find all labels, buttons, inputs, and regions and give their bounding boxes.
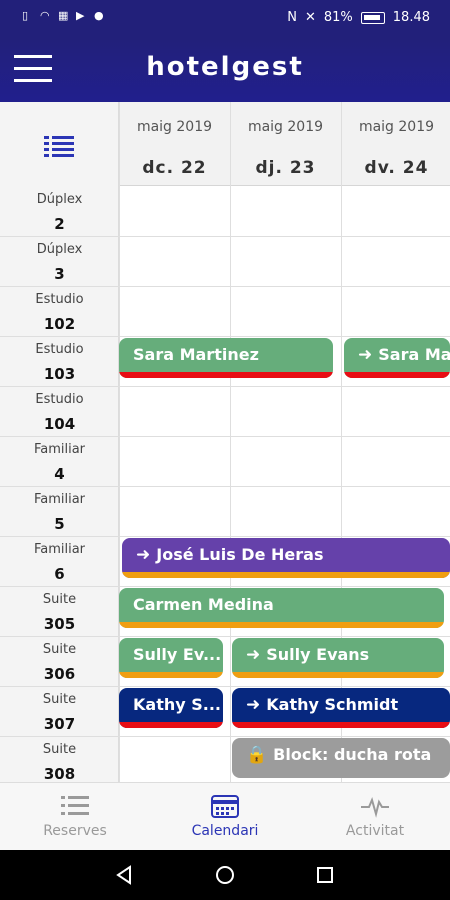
booking-guest-name: Kathy Schmidt	[266, 695, 399, 714]
system-indicators: N ✕ 81% 18.48	[287, 10, 430, 25]
list-view-icon[interactable]	[44, 136, 74, 157]
booking-card[interactable]: ➜ Sully Evans	[232, 638, 444, 678]
check-out-icon: ➜	[246, 645, 261, 665]
back-icon[interactable]	[114, 865, 134, 885]
day-month: maig 2019	[247, 119, 324, 135]
day-month: maig 2019	[358, 119, 435, 135]
nfc-icon: N	[287, 10, 297, 25]
day-header-1[interactable]: maig 2019 dc. 22	[119, 102, 230, 186]
booking-guest-name: José Luis De Heras	[156, 545, 324, 564]
bottom-navigation: Reserves Calendari Activitat	[0, 782, 450, 850]
battery-icon	[360, 11, 385, 24]
room-row-label[interactable]: Dúplex 2	[0, 186, 119, 236]
room-type: Dúplex	[36, 192, 83, 207]
room-row-label[interactable]: Suite 305	[0, 586, 119, 636]
room-row-label[interactable]: Familiar 4	[0, 436, 119, 486]
nav-label: Calendari	[191, 823, 259, 839]
wifi-icon: ◠	[40, 9, 50, 22]
booking-card[interactable]: ➜ Sara Martinez	[344, 338, 450, 378]
booking-card[interactable]: Kathy S...	[119, 688, 223, 728]
booking-guest-name: Kathy S...	[133, 695, 221, 714]
room-type: Suite	[42, 592, 77, 607]
room-row-label[interactable]: Suite 307	[0, 686, 119, 736]
room-row-label[interactable]: Familiar 6	[0, 536, 119, 586]
day-header-2[interactable]: maig 2019 dj. 23	[230, 102, 341, 186]
app-bar: hotelgest	[0, 38, 450, 102]
room-row-label[interactable]: Estudio 103	[0, 336, 119, 386]
room-number: 104	[43, 415, 76, 433]
room-number: 305	[43, 615, 76, 633]
room-number: 307	[43, 715, 76, 733]
check-in-icon: ➜	[136, 545, 151, 565]
room-type: Familiar	[33, 442, 86, 457]
check-out-icon: ➜	[246, 695, 261, 715]
room-type: Familiar	[33, 492, 86, 507]
room-type: Suite	[42, 692, 77, 707]
room-type: Estudio	[35, 292, 84, 307]
booking-card[interactable]: ➜ José Luis De Heras	[122, 538, 450, 578]
room-type: Dúplex	[36, 242, 83, 257]
block-reason: Block: ducha rota	[273, 745, 432, 764]
room-number: 4	[54, 465, 65, 483]
room-number: 5	[54, 515, 65, 533]
room-number: 103	[43, 365, 76, 383]
room-row-label[interactable]: Familiar 5	[0, 486, 119, 536]
calendar-icon	[211, 795, 239, 818]
check-out-icon: ➜	[358, 345, 373, 365]
booking-card[interactable]: Sara Martinez	[119, 338, 333, 378]
nav-label: Reserves	[43, 823, 107, 839]
battery-level: 81%	[323, 10, 353, 25]
booking-card[interactable]: Carmen Medina	[119, 588, 444, 628]
room-type: Estudio	[35, 392, 84, 407]
booking-guest-name: Sully Ev...	[133, 645, 222, 664]
booking-guest-name: Sara Martinez	[133, 345, 259, 364]
nav-reserves[interactable]: Reserves	[0, 783, 150, 851]
notification-icons: ▯ ◠ ▦ ▶ ●	[22, 10, 106, 22]
day-month: maig 2019	[136, 119, 213, 135]
nav-activitat[interactable]: Activitat	[300, 783, 450, 851]
room-row-label[interactable]: Suite 306	[0, 636, 119, 686]
mute-icon: ✕	[304, 10, 316, 25]
booking-card[interactable]: ➜ Kathy Schmidt	[232, 688, 450, 728]
list-icon	[61, 796, 89, 815]
status-bar: ▯ ◠ ▦ ▶ ● N ✕ 81% 18.48	[0, 0, 450, 38]
room-number: 3	[54, 265, 65, 283]
day-date: dv. 24	[364, 158, 429, 178]
app-title: hotelgest	[146, 52, 304, 82]
room-row-label[interactable]: Estudio 104	[0, 386, 119, 436]
room-type: Estudio	[35, 342, 84, 357]
booking-card[interactable]: Sully Ev...	[119, 638, 223, 678]
room-row-label[interactable]: Dúplex 3	[0, 236, 119, 286]
nav-calendari[interactable]: Calendari	[150, 783, 300, 851]
room-row-label[interactable]: Estudio 102	[0, 286, 119, 336]
booking-calendar[interactable]: maig 2019 dc. 22 maig 2019 dj. 23 maig 2…	[0, 102, 450, 782]
android-navigation-bar	[0, 850, 450, 900]
clock: 18.48	[392, 10, 430, 25]
image-icon: ▦	[58, 9, 69, 22]
room-row-label[interactable]: Suite 308	[0, 736, 119, 782]
room-number: 308	[43, 765, 76, 782]
booking-guest-name: Sara Martinez	[378, 345, 450, 364]
room-number: 2	[54, 215, 65, 233]
room-type: Suite	[42, 742, 77, 757]
room-number: 102	[43, 315, 76, 333]
booking-guest-name: Carmen Medina	[133, 595, 274, 614]
sim-icon: ▯	[22, 9, 29, 22]
play-icon: ▶	[76, 9, 85, 22]
recent-apps-icon[interactable]	[315, 865, 335, 885]
room-number: 306	[43, 665, 76, 683]
home-icon[interactable]	[215, 865, 235, 885]
room-number: 6	[54, 565, 65, 583]
room-block-card[interactable]: 🔒 Block: ducha rota	[232, 738, 450, 778]
nav-label: Activitat	[345, 823, 405, 839]
day-header-3[interactable]: maig 2019 dv. 24	[341, 102, 450, 186]
lock-icon: 🔒	[246, 745, 268, 765]
pulse-icon	[361, 797, 389, 818]
room-type: Familiar	[33, 542, 86, 557]
location-icon: ●	[94, 9, 104, 22]
booking-guest-name: Sully Evans	[266, 645, 370, 664]
day-date: dc. 22	[142, 158, 207, 178]
room-type: Suite	[42, 642, 77, 657]
day-date: dj. 23	[255, 158, 316, 178]
